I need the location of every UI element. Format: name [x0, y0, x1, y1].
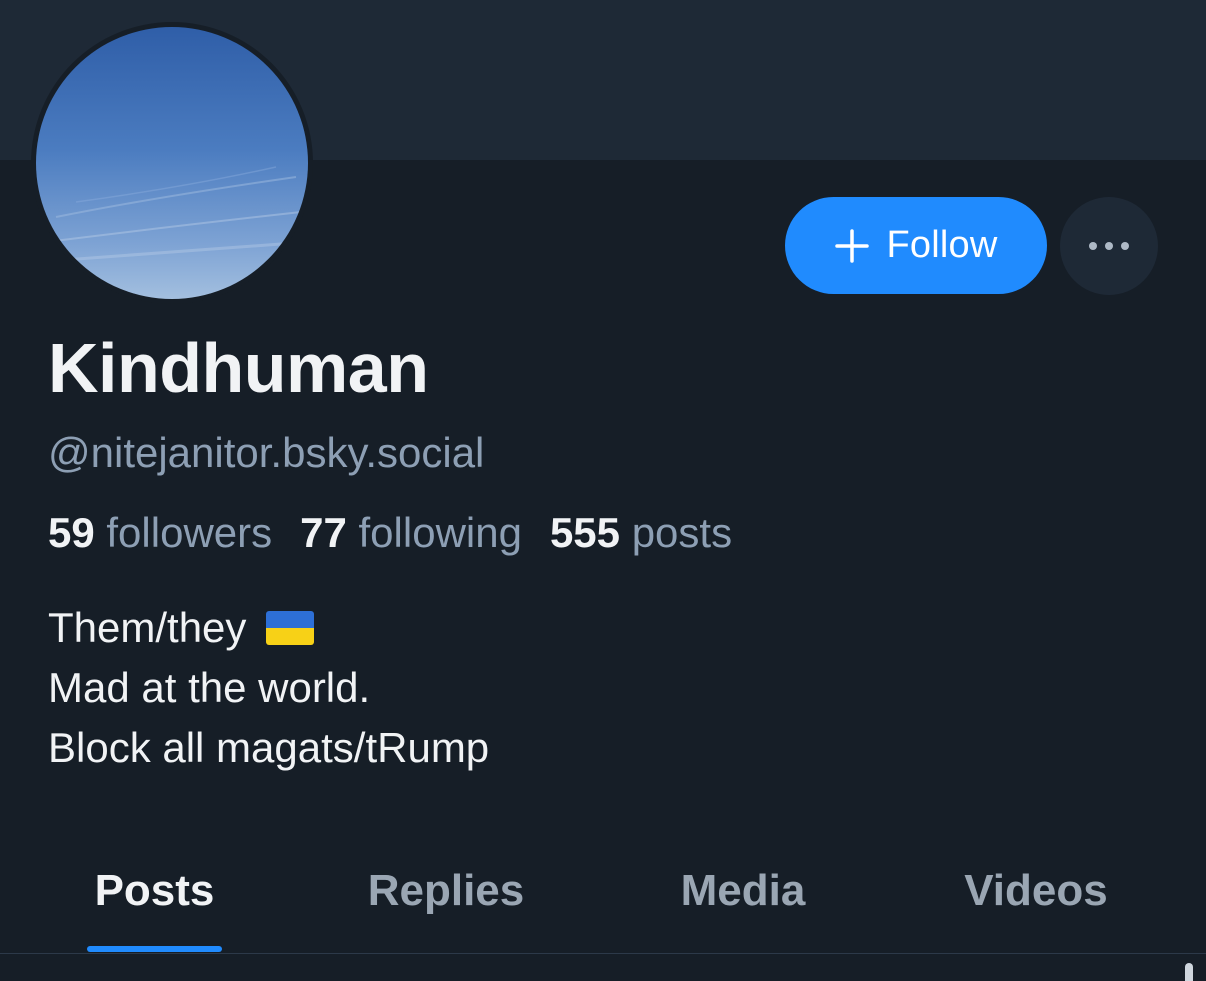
bio-pronouns: Them/they: [48, 604, 247, 651]
display-name: Kindhuman: [48, 329, 429, 407]
profile-stats: 59 followers 77 following 555 posts: [48, 506, 760, 560]
tabs-divider: [0, 953, 1206, 954]
tab-media[interactable]: Media: [643, 830, 843, 952]
posts-stat: 555 posts: [550, 506, 732, 560]
active-tab-indicator: [87, 946, 222, 952]
followers-label: followers: [106, 509, 273, 556]
profile-page: Follow Kindhuman @nitejanitor.bsky.socia…: [0, 0, 1206, 981]
posts-label: posts: [631, 509, 733, 556]
posts-count: 555: [549, 509, 621, 556]
bio-line: Block all magats/tRump: [48, 724, 490, 771]
followers-stat[interactable]: 59 followers: [48, 506, 272, 560]
follow-button-label: Follow: [886, 224, 998, 266]
profile-tabs: Posts Replies Media Videos: [0, 830, 1206, 952]
following-count: 77: [300, 509, 347, 556]
follow-button[interactable]: Follow: [785, 197, 1047, 294]
more-options-button[interactable]: [1060, 197, 1158, 295]
bio-line: Mad at the world.: [48, 664, 371, 711]
tab-posts[interactable]: Posts: [54, 830, 255, 952]
ukraine-flag-icon: [266, 611, 315, 645]
plus-icon: [835, 228, 870, 263]
profile-handle: @nitejanitor.bsky.social: [48, 429, 485, 476]
sky-avatar-image: [36, 166, 308, 264]
following-label: following: [358, 509, 522, 556]
tab-replies[interactable]: Replies: [346, 830, 546, 952]
bio-line: Them/they: [48, 598, 489, 658]
avatar[interactable]: [36, 27, 308, 299]
profile-bio: Them/they Mad at the world. Block all ma…: [48, 598, 489, 778]
scrollbar-thumb[interactable]: [1185, 963, 1193, 981]
ellipsis-icon: [1089, 242, 1129, 250]
tab-videos[interactable]: Videos: [936, 830, 1136, 952]
following-stat[interactable]: 77 following: [300, 506, 522, 560]
followers-count: 59: [48, 509, 95, 556]
